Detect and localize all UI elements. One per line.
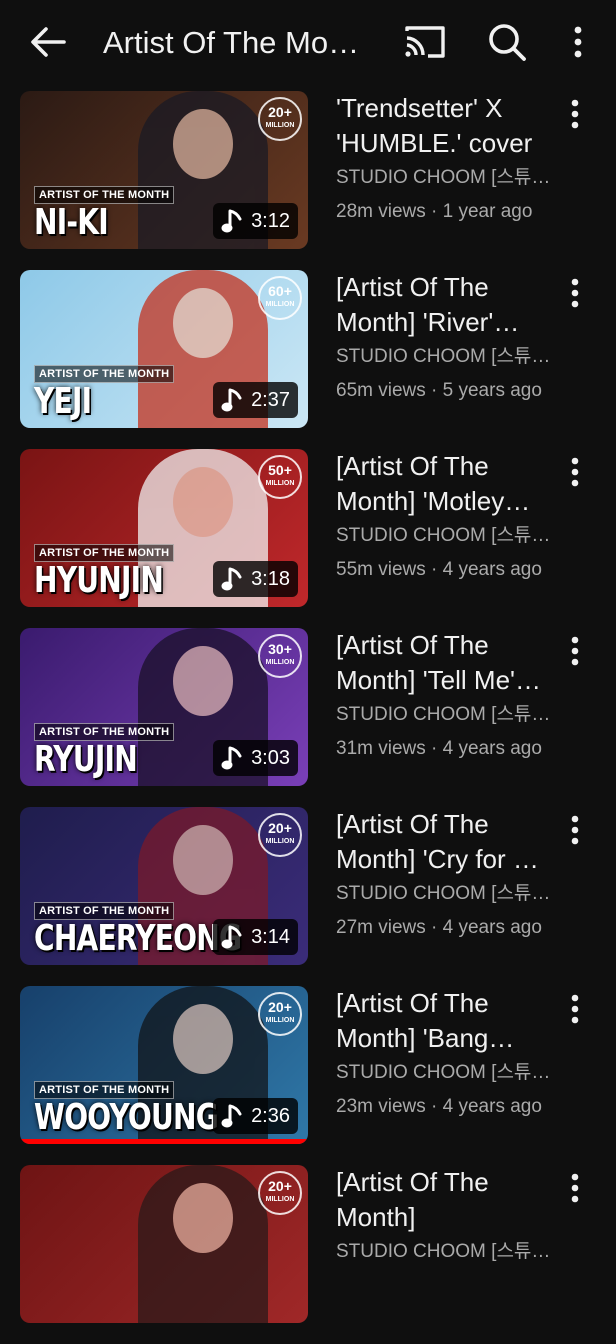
video-stats: 23m views · 4 years ago bbox=[336, 1096, 542, 1117]
video-meta: [Artist Of The Month] 'Cry for Me' cover… bbox=[336, 807, 554, 945]
channel-name[interactable]: STUDIO CHOOM [스튜디오 춤] bbox=[336, 1235, 554, 1269]
video-thumbnail[interactable]: 30+ MILLION ARTIST OF THE MONTH RYUJIN 3… bbox=[20, 628, 308, 786]
video-meta: [Artist Of The Month] 'Tell Me' cover ST… bbox=[336, 628, 554, 766]
video-title[interactable]: [Artist Of The Month] bbox=[336, 1165, 554, 1235]
video-title[interactable]: [Artist Of The Month] 'Cry for Me' cover bbox=[336, 807, 554, 877]
views-award-badge: 60+ MILLION bbox=[258, 276, 302, 320]
video-stats: 27m views · 4 years ago bbox=[336, 917, 542, 938]
video-meta: 'Trendsetter' X 'HUMBLE.' cover STUDIO C… bbox=[336, 91, 554, 229]
video-stats: 31m views · 4 years ago bbox=[336, 738, 542, 759]
video-more-icon[interactable] bbox=[562, 276, 588, 310]
thumbnail-artist-name: HYUNJIN bbox=[34, 560, 164, 601]
thumbnail-figure bbox=[138, 1165, 268, 1323]
video-meta: [Artist Of The Month] 'River' cover STUD… bbox=[336, 270, 554, 408]
channel-name[interactable]: STUDIO CHOOM [스튜디오 춤] bbox=[336, 877, 554, 911]
back-arrow-icon[interactable] bbox=[26, 22, 70, 62]
thumbnail-artist-name: YEJI bbox=[34, 381, 92, 422]
thumbnail-artist-name: RYUJIN bbox=[34, 739, 138, 780]
music-note-icon bbox=[221, 208, 243, 234]
channel-name[interactable]: STUDIO CHOOM [스튜디오 춤] bbox=[336, 340, 554, 374]
channel-name[interactable]: STUDIO CHOOM [스튜디오 춤] bbox=[336, 519, 554, 553]
cast-icon[interactable] bbox=[402, 22, 448, 62]
thumbnail-artist-name: NI-KI bbox=[34, 202, 109, 243]
video-duration: 3:18 bbox=[251, 568, 290, 590]
video-row[interactable]: 50+ MILLION ARTIST OF THE MONTH HYUNJIN … bbox=[0, 449, 616, 628]
video-more-icon[interactable] bbox=[562, 813, 588, 847]
music-note-icon bbox=[221, 1103, 243, 1129]
video-title[interactable]: [Artist Of The Month] 'Tell Me' cover bbox=[336, 628, 554, 698]
video-duration: 3:12 bbox=[251, 210, 290, 232]
video-more-icon[interactable] bbox=[562, 97, 588, 131]
views-award-badge: 20+ MILLION bbox=[258, 992, 302, 1036]
watch-progress-bar bbox=[20, 1139, 308, 1144]
video-more-icon[interactable] bbox=[562, 634, 588, 668]
video-row[interactable]: 30+ MILLION ARTIST OF THE MONTH RYUJIN 3… bbox=[0, 628, 616, 807]
music-note-icon bbox=[221, 924, 243, 950]
duration-badge: 3:14 bbox=[213, 919, 298, 955]
duration-badge: 2:37 bbox=[213, 382, 298, 418]
video-stats: 28m views · 1 year ago bbox=[336, 201, 533, 222]
video-row[interactable]: 20+ MILLION [Artist Of The Month] STUDIO… bbox=[0, 1165, 616, 1344]
page-title: Artist Of The Month bbox=[103, 25, 365, 60]
views-award-badge: 30+ MILLION bbox=[258, 634, 302, 678]
video-duration: 2:37 bbox=[251, 389, 290, 411]
video-title[interactable]: 'Trendsetter' X 'HUMBLE.' cover bbox=[336, 91, 554, 161]
thumbnail-artist-name: CHAERYEONG bbox=[34, 918, 242, 959]
video-more-icon[interactable] bbox=[562, 992, 588, 1026]
channel-name[interactable]: STUDIO CHOOM [스튜디오 춤] bbox=[336, 1056, 554, 1090]
video-title[interactable]: [Artist Of The Month] 'Bang Bang' cover bbox=[336, 986, 554, 1056]
video-row[interactable]: 20+ MILLION ARTIST OF THE MONTH WOOYOUNG… bbox=[0, 986, 616, 1165]
thumbnail-artist-name: WOOYOUNG bbox=[34, 1097, 219, 1138]
video-title[interactable]: [Artist Of The Month] 'Motley Crew' cove… bbox=[336, 449, 554, 519]
views-award-badge: 20+ MILLION bbox=[258, 1171, 302, 1215]
video-thumbnail[interactable]: 50+ MILLION ARTIST OF THE MONTH HYUNJIN … bbox=[20, 449, 308, 607]
video-title[interactable]: [Artist Of The Month] 'River' cover bbox=[336, 270, 554, 340]
views-award-badge: 20+ MILLION bbox=[258, 813, 302, 857]
duration-badge: 3:18 bbox=[213, 561, 298, 597]
duration-badge: 3:03 bbox=[213, 740, 298, 776]
app-bar: Artist Of The Month bbox=[0, 0, 616, 84]
video-duration: 3:03 bbox=[251, 747, 290, 769]
video-thumbnail[interactable]: 60+ MILLION ARTIST OF THE MONTH YEJI 2:3… bbox=[20, 270, 308, 428]
video-row[interactable]: 60+ MILLION ARTIST OF THE MONTH YEJI 2:3… bbox=[0, 270, 616, 449]
duration-badge: 3:12 bbox=[213, 203, 298, 239]
duration-badge: 2:36 bbox=[213, 1098, 298, 1134]
search-icon[interactable] bbox=[486, 22, 528, 62]
video-thumbnail[interactable]: 20+ MILLION bbox=[20, 1165, 308, 1323]
channel-name[interactable]: STUDIO CHOOM [스튜디오 춤] bbox=[336, 698, 554, 732]
video-thumbnail[interactable]: 20+ MILLION ARTIST OF THE MONTH NI-KI 3:… bbox=[20, 91, 308, 249]
video-thumbnail[interactable]: 20+ MILLION ARTIST OF THE MONTH CHAERYEO… bbox=[20, 807, 308, 965]
video-stats: 55m views · 4 years ago bbox=[336, 559, 542, 580]
views-award-badge: 20+ MILLION bbox=[258, 97, 302, 141]
video-row[interactable]: 20+ MILLION ARTIST OF THE MONTH CHAERYEO… bbox=[0, 807, 616, 986]
music-note-icon bbox=[221, 745, 243, 771]
video-meta: [Artist Of The Month] 'Motley Crew' cove… bbox=[336, 449, 554, 587]
more-vertical-icon[interactable] bbox=[560, 22, 596, 62]
video-duration: 2:36 bbox=[251, 1105, 290, 1127]
video-duration: 3:14 bbox=[251, 926, 290, 948]
music-note-icon bbox=[221, 566, 243, 592]
video-list: 20+ MILLION ARTIST OF THE MONTH NI-KI 3:… bbox=[0, 91, 616, 1344]
music-note-icon bbox=[221, 387, 243, 413]
channel-name[interactable]: STUDIO CHOOM [스튜디오 춤] bbox=[336, 161, 554, 195]
video-meta: [Artist Of The Month] 'Bang Bang' cover … bbox=[336, 986, 554, 1124]
views-award-badge: 50+ MILLION bbox=[258, 455, 302, 499]
video-meta: [Artist Of The Month] STUDIO CHOOM [스튜디오… bbox=[336, 1165, 554, 1269]
video-more-icon[interactable] bbox=[562, 455, 588, 489]
video-thumbnail[interactable]: 20+ MILLION ARTIST OF THE MONTH WOOYOUNG… bbox=[20, 986, 308, 1144]
video-stats: 65m views · 5 years ago bbox=[336, 380, 542, 401]
video-row[interactable]: 20+ MILLION ARTIST OF THE MONTH NI-KI 3:… bbox=[0, 91, 616, 270]
